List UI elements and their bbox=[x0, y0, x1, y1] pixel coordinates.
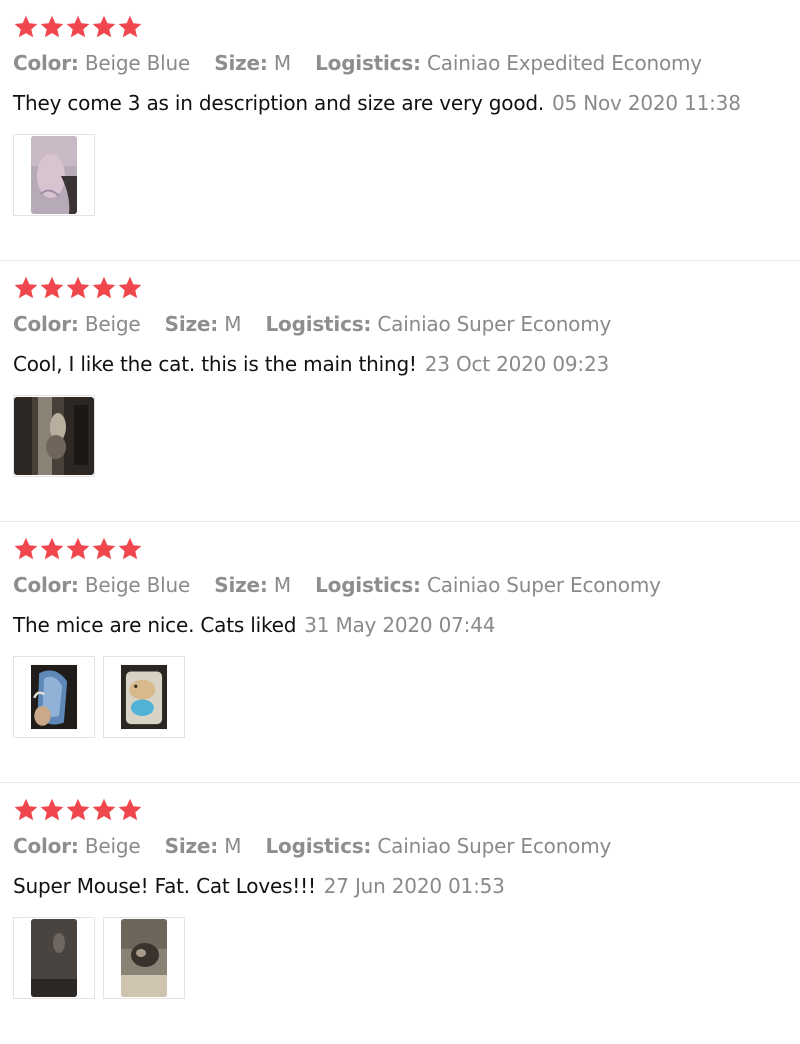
star-icon bbox=[117, 275, 143, 301]
size-label: Size: bbox=[214, 51, 268, 75]
color-attribute: Color: Beige bbox=[13, 834, 141, 858]
review-attributes: Color: Beige Blue Size: M Logistics: Cai… bbox=[13, 51, 720, 75]
color-attribute: Color: Beige bbox=[13, 312, 141, 336]
dark-floor-toy-photo bbox=[31, 919, 77, 997]
star-icon bbox=[91, 275, 117, 301]
star-rating bbox=[13, 797, 143, 823]
review-date: 27 Jun 2020 01:53 bbox=[323, 874, 505, 898]
review-item: Color: Beige Size: M Logistics: Cainiao … bbox=[0, 783, 800, 1044]
size-value: M bbox=[273, 573, 291, 597]
color-label: Color: bbox=[13, 573, 79, 597]
star-icon bbox=[117, 797, 143, 823]
size-attribute: Size: M bbox=[214, 51, 291, 75]
review-date: 05 Nov 2020 11:38 bbox=[552, 91, 741, 115]
size-attribute: Size: M bbox=[165, 834, 242, 858]
logistics-value: Cainiao Super Economy bbox=[377, 312, 612, 336]
star-icon bbox=[65, 275, 91, 301]
review-list: Color: Beige Blue Size: M Logistics: Cai… bbox=[0, 0, 800, 1044]
review-attributes: Color: Beige Size: M Logistics: Cainiao … bbox=[13, 834, 629, 858]
review-attributes: Color: Beige Blue Size: M Logistics: Cai… bbox=[13, 573, 679, 597]
color-label: Color: bbox=[13, 312, 79, 336]
star-icon bbox=[39, 797, 65, 823]
size-label: Size: bbox=[214, 573, 268, 597]
size-label: Size: bbox=[164, 312, 219, 336]
comment-text: Cool, I like the cat. this is the main t… bbox=[13, 352, 417, 376]
review-comment: They come 3 as in description and size a… bbox=[13, 91, 741, 115]
review-comment: Cool, I like the cat. this is the main t… bbox=[13, 352, 609, 376]
size-attribute: Size: M bbox=[165, 312, 242, 336]
logistics-label: Logistics: bbox=[265, 834, 372, 858]
size-value: M bbox=[224, 834, 242, 858]
review-photo-thumbnail[interactable] bbox=[103, 656, 185, 738]
star-icon bbox=[117, 14, 143, 40]
star-icon bbox=[65, 14, 91, 40]
comment-text: They come 3 as in description and size a… bbox=[13, 91, 545, 115]
size-label: Size: bbox=[164, 834, 219, 858]
logistics-label: Logistics: bbox=[265, 312, 372, 336]
cat-with-mouse-photo bbox=[121, 919, 167, 997]
mice-in-package-photo bbox=[121, 658, 167, 736]
logistics-attribute: Logistics: Cainiao Super Economy bbox=[266, 834, 612, 858]
review-photos bbox=[13, 134, 103, 216]
star-icon bbox=[13, 14, 39, 40]
logistics-value: Cainiao Expedited Economy bbox=[427, 51, 702, 75]
color-value: Beige bbox=[84, 312, 141, 336]
logistics-label: Logistics: bbox=[315, 51, 421, 75]
review-item: Color: Beige Size: M Logistics: Cainiao … bbox=[0, 261, 800, 522]
review-photo-thumbnail[interactable] bbox=[13, 656, 95, 738]
logistics-label: Logistics: bbox=[315, 573, 421, 597]
blue-mouse-in-hand-photo bbox=[31, 658, 77, 736]
star-icon bbox=[91, 14, 117, 40]
color-value: Beige bbox=[84, 834, 141, 858]
review-date: 31 May 2020 07:44 bbox=[304, 613, 496, 637]
size-value: M bbox=[273, 51, 291, 75]
logistics-attribute: Logistics: Cainiao Expedited Economy bbox=[315, 51, 702, 75]
star-icon bbox=[91, 797, 117, 823]
color-value: Beige Blue bbox=[84, 51, 191, 75]
color-attribute: Color: Beige Blue bbox=[13, 573, 190, 597]
pale-pink-toy-photo bbox=[31, 136, 77, 214]
review-date: 23 Oct 2020 09:23 bbox=[424, 352, 610, 376]
star-icon bbox=[13, 275, 39, 301]
star-rating bbox=[13, 275, 143, 301]
review-photo-thumbnail[interactable] bbox=[103, 917, 185, 999]
review-item: Color: Beige Blue Size: M Logistics: Cai… bbox=[0, 0, 800, 261]
logistics-value: Cainiao Super Economy bbox=[427, 573, 661, 597]
star-rating bbox=[13, 536, 143, 562]
color-label: Color: bbox=[13, 834, 79, 858]
review-comment: The mice are nice. Cats liked 31 May 2020… bbox=[13, 613, 495, 637]
star-icon bbox=[117, 536, 143, 562]
color-value: Beige Blue bbox=[84, 573, 191, 597]
star-icon bbox=[65, 536, 91, 562]
logistics-value: Cainiao Super Economy bbox=[377, 834, 612, 858]
logistics-attribute: Logistics: Cainiao Super Economy bbox=[266, 312, 612, 336]
review-photo-thumbnail[interactable] bbox=[13, 134, 95, 216]
review-item: Color: Beige Blue Size: M Logistics: Cai… bbox=[0, 522, 800, 783]
review-photo-thumbnail[interactable] bbox=[13, 917, 95, 999]
star-icon bbox=[13, 536, 39, 562]
size-attribute: Size: M bbox=[214, 573, 291, 597]
review-photo-thumbnail[interactable] bbox=[13, 395, 95, 477]
comment-text: The mice are nice. Cats liked bbox=[13, 613, 297, 637]
comment-text: Super Mouse! Fat. Cat Loves!!! bbox=[13, 874, 316, 898]
star-icon bbox=[65, 797, 91, 823]
review-comment: Super Mouse! Fat. Cat Loves!!! 27 Jun 202… bbox=[13, 874, 505, 898]
star-icon bbox=[13, 797, 39, 823]
star-icon bbox=[39, 14, 65, 40]
star-icon bbox=[39, 275, 65, 301]
review-attributes: Color: Beige Size: M Logistics: Cainiao … bbox=[13, 312, 629, 336]
review-photos bbox=[13, 917, 193, 999]
color-attribute: Color: Beige Blue bbox=[13, 51, 190, 75]
review-photos bbox=[13, 656, 193, 738]
cat-on-door-photo bbox=[14, 397, 94, 475]
star-rating bbox=[13, 14, 143, 40]
logistics-attribute: Logistics: Cainiao Super Economy bbox=[315, 573, 661, 597]
size-value: M bbox=[224, 312, 242, 336]
review-photos bbox=[13, 395, 103, 477]
star-icon bbox=[39, 536, 65, 562]
color-label: Color: bbox=[13, 51, 79, 75]
star-icon bbox=[91, 536, 117, 562]
